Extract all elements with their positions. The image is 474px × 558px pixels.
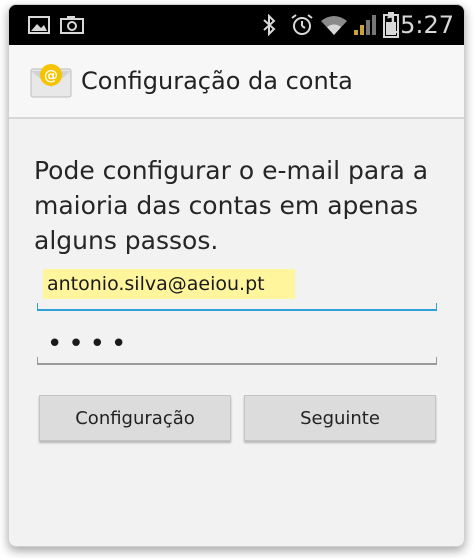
email-field-underline (37, 303, 437, 311)
phone-screen: 15:27 @ Configuração da conta Pode confi… (8, 4, 465, 547)
clock: 15:27 (384, 11, 454, 39)
password-value: •••• (47, 329, 133, 359)
image-icon (27, 5, 51, 45)
password-field-underline (37, 357, 437, 365)
next-button[interactable]: Seguinte (244, 395, 436, 441)
signal-icon (351, 5, 379, 45)
page-title: Configuração da conta (81, 67, 353, 95)
email-app-icon[interactable]: @ (29, 59, 73, 103)
email-value: antonio.silva@aeiou.pt (47, 273, 265, 295)
alarm-icon (289, 5, 315, 45)
wifi-icon (319, 5, 349, 45)
status-bar: 15:27 (9, 5, 464, 45)
manual-setup-button[interactable]: Configuração (39, 395, 231, 441)
email-field[interactable]: antonio.silva@aeiou.pt (37, 263, 437, 311)
intro-text: Pode configurar o e-mail para a maioria … (34, 156, 429, 255)
action-bar: @ Configuração da conta (9, 45, 464, 119)
svg-text:@: @ (44, 68, 58, 84)
camera-icon (59, 5, 85, 45)
bluetooth-icon (261, 5, 277, 45)
password-field[interactable]: •••• (37, 317, 437, 365)
